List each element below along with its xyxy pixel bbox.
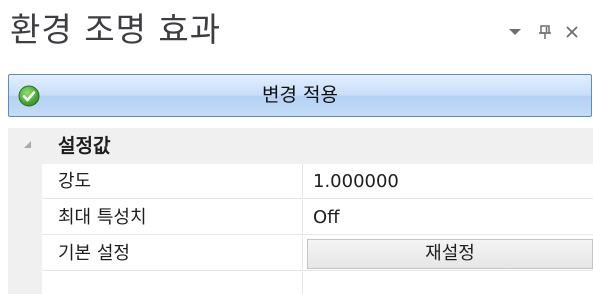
category-row-settings: 설정값 (8, 128, 593, 164)
ambient-lighting-panel: 환경 조명 효과 변경 적용 설정값 강도 1.000000 최대 특성치 Of… (0, 0, 593, 294)
dropdown-arrow-icon[interactable] (505, 22, 525, 42)
empty-row (8, 272, 593, 294)
max-specular-value-field[interactable]: Off (303, 200, 593, 235)
pin-icon[interactable] (535, 22, 555, 42)
panel-title: 환경 조명 효과 (10, 10, 222, 49)
collapse-triangle-icon[interactable] (24, 141, 31, 148)
reset-button[interactable]: 재설정 (307, 239, 593, 269)
apply-changes-label: 변경 적용 (262, 84, 338, 106)
property-name: 강도 (42, 164, 303, 199)
property-row-default-settings: 기본 설정 재설정 (8, 236, 593, 272)
close-icon[interactable] (562, 22, 582, 42)
category-label: 설정값 (58, 135, 111, 157)
panel-header: 환경 조명 효과 (0, 0, 593, 62)
apply-changes-button[interactable]: 변경 적용 (8, 74, 592, 117)
property-name: 기본 설정 (42, 236, 303, 271)
property-grid: 설정값 강도 1.000000 최대 특성치 Off 기본 설정 재설정 (8, 128, 593, 294)
property-name: 최대 특성치 (42, 200, 303, 235)
intensity-value-field[interactable]: 1.000000 (303, 164, 593, 199)
property-row-intensity: 강도 1.000000 (8, 164, 593, 200)
property-row-max-specular: 최대 특성치 Off (8, 200, 593, 236)
